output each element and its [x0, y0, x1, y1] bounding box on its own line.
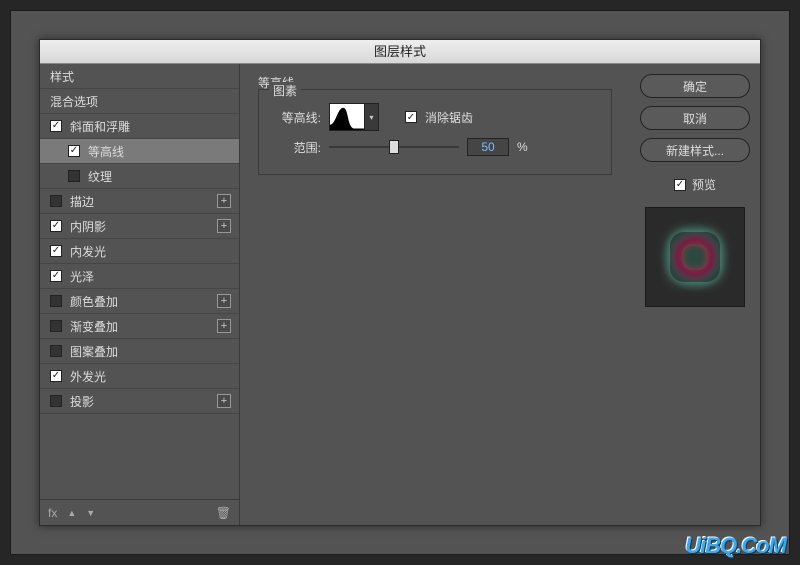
style-checkbox[interactable]: [68, 170, 80, 182]
plus-icon[interactable]: +: [217, 219, 231, 233]
settings-panel: 等高线 图素 等高线: ▾ 消除锯齿 范围:: [240, 64, 630, 525]
preview-label: 预览: [692, 176, 716, 193]
style-checkbox[interactable]: [50, 270, 62, 282]
dialog-buttons: 确定 取消 新建样式... 预览: [630, 64, 760, 525]
contour-group: 图素 等高线: ▾ 消除锯齿 范围:: [258, 89, 612, 175]
range-label: 范围:: [273, 139, 321, 156]
arrow-down-icon[interactable]: ▼: [86, 508, 95, 518]
sidebar-item-11[interactable]: 投影 +: [40, 389, 239, 414]
style-checkbox[interactable]: [50, 345, 62, 357]
fx-icon[interactable]: fx: [48, 506, 57, 520]
sidebar-header-blend[interactable]: 混合选项: [40, 89, 239, 114]
plus-icon[interactable]: +: [217, 294, 231, 308]
sidebar-item-label: 光泽: [70, 268, 94, 285]
chevron-down-icon[interactable]: ▾: [365, 103, 379, 131]
style-checkbox[interactable]: [50, 120, 62, 132]
style-checkbox[interactable]: [50, 395, 62, 407]
sidebar-item-4[interactable]: 内阴影 +: [40, 214, 239, 239]
contour-thumb[interactable]: [329, 103, 365, 131]
sidebar-item-label: 斜面和浮雕: [70, 118, 130, 135]
contour-picker[interactable]: ▾: [329, 103, 379, 131]
group-title: 图素: [269, 82, 301, 99]
plus-icon[interactable]: +: [217, 319, 231, 333]
sidebar-item-9[interactable]: 图案叠加: [40, 339, 239, 364]
styles-sidebar: 样式混合选项斜面和浮雕等高线纹理描边 + 内阴影 + 内发光光泽颜色叠加 + 渐变叠加 + 图案…: [40, 64, 240, 525]
sidebar-item-6[interactable]: 光泽: [40, 264, 239, 289]
plus-icon[interactable]: +: [217, 194, 231, 208]
dialog-title: 图层样式: [40, 40, 760, 64]
sidebar-item-label: 样式: [50, 68, 74, 85]
trash-icon[interactable]: 🗑: [216, 506, 231, 520]
style-checkbox[interactable]: [50, 220, 62, 232]
style-checkbox[interactable]: [50, 245, 62, 257]
watermark: UiBQ.CoM: [685, 533, 786, 559]
sidebar-item-label: 渐变叠加: [70, 318, 118, 335]
contour-label: 等高线:: [273, 109, 321, 126]
sidebar-item-label: 描边: [70, 193, 94, 210]
sidebar-footer: fx ▲ ▼ 🗑: [40, 499, 239, 525]
style-checkbox[interactable]: [68, 145, 80, 157]
style-checkbox[interactable]: [50, 195, 62, 207]
plus-icon[interactable]: +: [217, 394, 231, 408]
sidebar-item-label: 内发光: [70, 243, 106, 260]
sidebar-item-label: 内阴影: [70, 218, 106, 235]
sidebar-item-label: 混合选项: [50, 93, 98, 110]
style-checkbox[interactable]: [50, 295, 62, 307]
antialias-label: 消除锯齿: [425, 109, 473, 126]
new-style-button[interactable]: 新建样式...: [640, 138, 750, 162]
sidebar-item-2[interactable]: 纹理: [40, 164, 239, 189]
sidebar-item-label: 外发光: [70, 368, 106, 385]
sidebar-item-10[interactable]: 外发光: [40, 364, 239, 389]
cancel-button[interactable]: 取消: [640, 106, 750, 130]
range-slider[interactable]: [329, 137, 459, 157]
layer-style-dialog: 图层样式 样式混合选项斜面和浮雕等高线纹理描边+内阴影+内发光光泽颜色叠加+渐变…: [39, 39, 761, 526]
sidebar-item-label: 图案叠加: [70, 343, 118, 360]
sidebar-item-label: 颜色叠加: [70, 293, 118, 310]
sidebar-item-label: 纹理: [88, 168, 112, 185]
sidebar-item-5[interactable]: 内发光: [40, 239, 239, 264]
style-checkbox[interactable]: [50, 320, 62, 332]
sidebar-item-8[interactable]: 渐变叠加 +: [40, 314, 239, 339]
arrow-up-icon[interactable]: ▲: [67, 508, 76, 518]
sidebar-header-style[interactable]: 样式: [40, 64, 239, 89]
sidebar-item-1[interactable]: 等高线: [40, 139, 239, 164]
range-unit: %: [517, 140, 528, 154]
preview-checkbox[interactable]: [674, 179, 686, 191]
antialias-checkbox[interactable]: [405, 111, 417, 123]
preview-box: [645, 207, 745, 307]
ok-button[interactable]: 确定: [640, 74, 750, 98]
sidebar-item-label: 投影: [70, 393, 94, 410]
sidebar-item-label: 等高线: [88, 143, 124, 160]
sidebar-item-0[interactable]: 斜面和浮雕: [40, 114, 239, 139]
sidebar-item-3[interactable]: 描边 +: [40, 189, 239, 214]
sidebar-item-7[interactable]: 颜色叠加 +: [40, 289, 239, 314]
range-input[interactable]: 50: [467, 138, 509, 156]
style-checkbox[interactable]: [50, 370, 62, 382]
